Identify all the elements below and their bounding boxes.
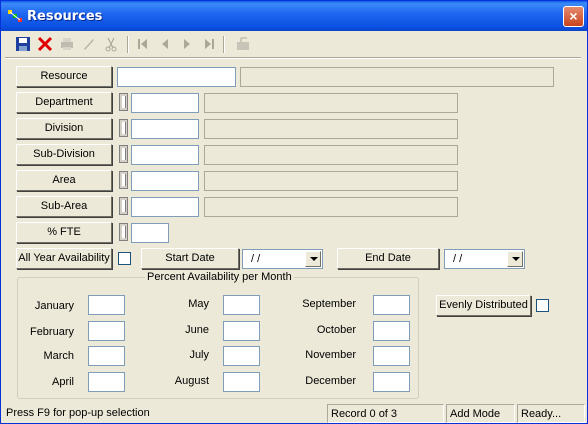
export-icon — [233, 34, 253, 54]
month-input-june[interactable] — [223, 321, 260, 341]
area-name-field — [204, 171, 458, 191]
month-label-august: August — [174, 375, 209, 387]
fte-lookup-handle[interactable] — [119, 223, 128, 241]
evenly-distributed-button[interactable]: Evenly Distributed — [436, 295, 531, 316]
month-input-january[interactable] — [88, 295, 125, 315]
month-label-may: May — [188, 298, 209, 310]
division-code-input[interactable] — [131, 119, 199, 139]
department-name-field — [204, 93, 458, 113]
chevron-down-icon[interactable] — [507, 251, 523, 267]
area-code-input[interactable] — [131, 171, 199, 191]
all-year-availability-button[interactable]: All Year Availability — [16, 248, 112, 269]
month-label-september: September — [302, 298, 356, 310]
month-input-december[interactable] — [373, 372, 410, 392]
resource-name-field — [240, 67, 554, 87]
previous-record-icon — [155, 34, 175, 54]
last-record-icon — [199, 34, 219, 54]
title-bar[interactable]: Resources × — [1, 1, 587, 31]
month-input-may[interactable] — [223, 295, 260, 315]
resources-window: Resources × Resource Department Division… — [0, 0, 588, 424]
first-record-icon — [133, 34, 153, 54]
edit-icon — [79, 34, 99, 54]
percent-availability-title: Percent Availability per Month — [145, 271, 294, 283]
next-record-icon — [177, 34, 197, 54]
department-code-input[interactable] — [131, 93, 199, 113]
month-input-august[interactable] — [223, 372, 260, 392]
window-title: Resources — [27, 9, 103, 24]
end-date-value: / / — [453, 253, 463, 265]
end-date-dropdown[interactable]: / / — [444, 249, 525, 269]
month-label-june: June — [185, 324, 209, 336]
month-input-february[interactable] — [88, 321, 125, 341]
toolbar — [9, 34, 259, 56]
print-icon — [57, 34, 77, 54]
subdivision-button[interactable]: Sub-Division — [16, 144, 112, 165]
toolbar-separator — [223, 36, 225, 53]
status-bar: Press F9 for pop-up selection Record 0 o… — [1, 404, 587, 423]
toolbar-separator — [127, 36, 129, 53]
month-label-july: July — [189, 349, 209, 361]
month-label-november: November — [305, 349, 356, 361]
status-mode: Add Mode — [446, 404, 515, 423]
fte-input[interactable] — [131, 223, 169, 243]
month-input-march[interactable] — [88, 346, 125, 366]
subarea-name-field — [204, 197, 458, 217]
subarea-lookup-handle[interactable] — [119, 197, 128, 215]
status-state: Ready... — [517, 404, 585, 423]
division-lookup-handle[interactable] — [119, 119, 128, 137]
month-input-april[interactable] — [88, 372, 125, 392]
start-date-dropdown[interactable]: / / — [242, 249, 323, 269]
cut-icon — [101, 34, 121, 54]
month-label-march: March — [43, 350, 74, 362]
month-label-december: December — [305, 375, 356, 387]
month-input-september[interactable] — [373, 295, 410, 315]
delete-icon[interactable] — [35, 34, 55, 54]
month-label-october: October — [316, 324, 356, 336]
status-hint: Press F9 for pop-up selection — [6, 407, 150, 419]
save-icon[interactable] — [13, 34, 33, 54]
resource-code-input[interactable] — [117, 67, 236, 87]
chevron-down-icon[interactable] — [305, 251, 321, 267]
division-name-field — [204, 119, 458, 139]
percent-availability-group — [17, 277, 419, 399]
area-lookup-handle[interactable] — [119, 171, 128, 189]
status-record: Record 0 of 3 — [327, 404, 444, 423]
all-year-availability-checkbox[interactable] — [118, 252, 131, 265]
evenly-distributed-checkbox[interactable] — [536, 299, 549, 312]
month-input-november[interactable] — [373, 346, 410, 366]
subdivision-name-field — [204, 145, 458, 165]
area-button[interactable]: Area — [16, 170, 112, 191]
department-lookup-handle[interactable] — [119, 93, 128, 111]
month-input-october[interactable] — [373, 321, 410, 341]
subdivision-lookup-handle[interactable] — [119, 145, 128, 163]
month-label-january: January — [34, 300, 74, 312]
month-label-april: April — [51, 376, 74, 388]
division-button[interactable]: Division — [16, 118, 112, 139]
end-date-button[interactable]: End Date — [337, 248, 439, 269]
subarea-code-input[interactable] — [131, 197, 199, 217]
start-date-button[interactable]: Start Date — [141, 248, 239, 269]
fte-button[interactable]: % FTE — [16, 222, 112, 243]
resource-button[interactable]: Resource — [16, 66, 112, 87]
subarea-button[interactable]: Sub-Area — [16, 196, 112, 217]
department-button[interactable]: Department — [16, 92, 112, 113]
subdivision-code-input[interactable] — [131, 145, 199, 165]
toolbar-divider — [5, 57, 581, 59]
month-input-july[interactable] — [223, 346, 260, 366]
start-date-value: / / — [251, 253, 261, 265]
month-label-february: February — [29, 326, 74, 338]
close-button[interactable]: × — [563, 6, 584, 27]
app-icon — [8, 10, 22, 22]
